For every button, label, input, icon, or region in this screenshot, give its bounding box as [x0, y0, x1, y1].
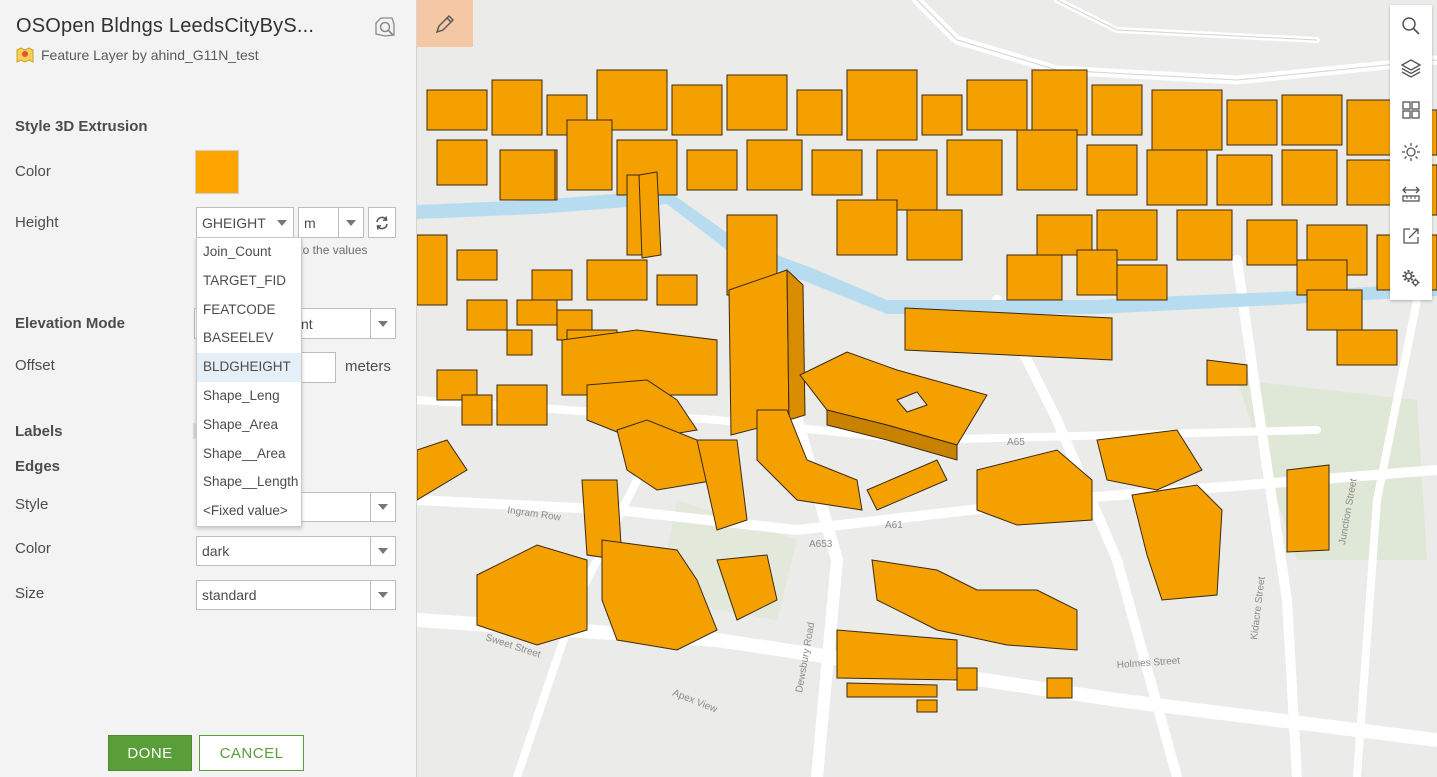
map-toolbar [1390, 5, 1432, 300]
layer-owner-text: Feature Layer by ahind_G11N_test [41, 47, 259, 63]
dropdown-option[interactable]: Shape_Leng [197, 382, 301, 411]
chevron-down-icon[interactable] [370, 581, 395, 609]
dropdown-option[interactable]: <Fixed value> [197, 497, 301, 526]
refresh-icon [376, 215, 388, 230]
labels-label: Labels [15, 423, 63, 440]
edge-color-label: Color [15, 540, 51, 557]
search-icon [1402, 17, 1420, 35]
height-unit-select[interactable]: m [298, 207, 364, 238]
layer-title: OSOpen Bldngs LeedsCityByS... [16, 15, 315, 37]
dropdown-option[interactable]: Shape_Area [197, 411, 301, 440]
edge-size-select[interactable]: standard [196, 580, 396, 610]
share-icon [1403, 228, 1419, 244]
search-tool[interactable] [1390, 5, 1432, 47]
scene-view[interactable]: Sweet Street Apex View Dewsbury Road Hol… [417, 0, 1437, 777]
offset-input[interactable] [300, 352, 336, 383]
street-label: A653 [809, 539, 833, 550]
height-field-value[interactable]: GHEIGHT [197, 215, 271, 231]
dropdown-option[interactable]: Shape__Area [197, 440, 301, 469]
style-section-title: Style 3D Extrusion [15, 118, 148, 135]
color-label: Color [15, 163, 51, 180]
dropdown-option[interactable]: BASEELEV [197, 324, 301, 353]
map-scene[interactable]: Sweet Street Apex View Dewsbury Road Hol… [417, 0, 1437, 777]
height-label: Height [15, 214, 59, 231]
feature-layer-icon [16, 47, 34, 63]
cancel-button[interactable]: CANCEL [199, 735, 304, 771]
edge-size-label: Size [15, 585, 45, 602]
chevron-down-icon[interactable] [370, 537, 395, 565]
dropdown-option-selected[interactable]: BLDGHEIGHT [197, 353, 301, 382]
extrusion-color-swatch[interactable] [195, 150, 239, 194]
pencil-icon [435, 14, 454, 33]
settings-icon [1402, 270, 1420, 287]
offset-label: Offset [15, 357, 55, 374]
daylight-tool[interactable] [1390, 131, 1432, 173]
layer-subtitle: Feature Layer by ahind_G11N_test [16, 47, 259, 63]
edge-color-select[interactable]: dark [196, 536, 396, 566]
layers-icon [1401, 59, 1421, 78]
measure-icon [1402, 186, 1420, 202]
basemap-tool[interactable] [1390, 89, 1432, 131]
layer-style-panel: OSOpen Bldngs LeedsCityByS... Feature La… [0, 0, 417, 777]
elevation-mode-label: Elevation Mode [15, 315, 126, 332]
chevron-down-icon[interactable] [338, 208, 363, 237]
dropdown-option[interactable]: Join_Count [197, 238, 301, 267]
chevron-down-icon[interactable] [370, 493, 395, 521]
edge-size-value: standard [202, 587, 257, 603]
edge-style-label: Style [15, 496, 49, 513]
measure-tool[interactable] [1390, 173, 1432, 215]
share-tool[interactable] [1390, 215, 1432, 257]
refresh-button[interactable] [368, 207, 396, 238]
edge-color-value: dark [202, 543, 230, 559]
daylight-icon [1402, 143, 1420, 161]
basemap-gallery-icon [1402, 101, 1420, 119]
dropdown-option[interactable]: TARGET_FID [197, 267, 301, 296]
edges-section-title: Edges [15, 458, 61, 475]
settings-tool[interactable] [1390, 257, 1432, 299]
height-unit-value: m [304, 214, 316, 231]
offset-unit: meters [345, 358, 391, 375]
chevron-down-icon[interactable] [271, 220, 293, 226]
edit-button[interactable] [417, 0, 473, 47]
chevron-down-icon[interactable] [370, 309, 395, 338]
dropdown-option[interactable]: Shape__Length [197, 468, 301, 497]
done-button[interactable]: DONE [108, 735, 192, 771]
street-label: A61 [885, 520, 903, 531]
height-field-combobox[interactable]: GHEIGHT [196, 207, 294, 238]
street-label: A65 [1007, 437, 1025, 448]
zoom-to-layer-icon[interactable] [373, 15, 397, 39]
height-field-dropdown[interactable]: Join_Count TARGET_FID FEATCODE BASEELEV … [196, 237, 302, 527]
layers-tool[interactable] [1390, 47, 1432, 89]
dropdown-option[interactable]: FEATCODE [197, 296, 301, 325]
